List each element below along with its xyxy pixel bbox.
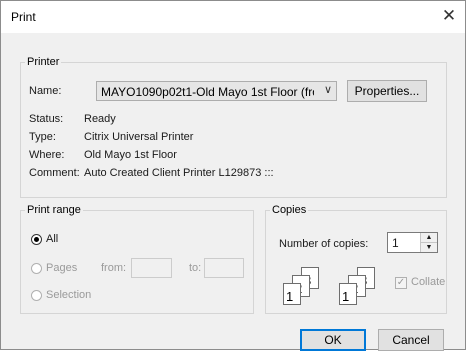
page-sheet-1: 1 <box>283 283 301 305</box>
copies-spinner[interactable]: 1 ▲ ▼ <box>387 232 438 253</box>
to-input[interactable] <box>204 258 244 278</box>
pages-label: Pages <box>46 262 78 274</box>
properties-button[interactable]: Properties... <box>347 80 427 102</box>
number-of-copies-label: Number of copies: <box>279 238 369 250</box>
to-label: to: <box>189 262 202 274</box>
pages-radio[interactable] <box>31 263 42 274</box>
status-label: Status: <box>29 113 64 125</box>
selection-label: Selection <box>46 289 92 301</box>
selection-radio[interactable] <box>31 290 42 301</box>
close-icon[interactable]: ✕ <box>433 1 465 33</box>
copies-group-label: Copies <box>272 204 307 216</box>
page-sheet-1: 1 <box>339 283 357 305</box>
spin-up-icon[interactable]: ▲ <box>421 233 437 242</box>
print-range-label: Print range <box>27 204 81 216</box>
where-value: Old Mayo 1st Floor <box>84 149 177 161</box>
all-label: All <box>46 233 59 245</box>
title-bar: Print ✕ <box>1 1 465 33</box>
collate-label: Collate <box>411 276 446 288</box>
collate-checkbox[interactable]: ✓ <box>395 277 407 289</box>
type-value: Citrix Universal Printer <box>84 131 194 143</box>
spinner-arrows[interactable]: ▲ ▼ <box>420 233 437 252</box>
printer-name-value: MAYO1090p02t1-Old Mayo 1st Floor (from <box>101 85 314 99</box>
printer-name-select[interactable]: MAYO1090p02t1-Old Mayo 1st Floor (from ∨ <box>96 81 337 101</box>
chevron-down-icon: ∨ <box>323 84 332 96</box>
all-radio[interactable] <box>31 234 42 245</box>
type-label: Type: <box>29 131 56 143</box>
comment-label: Comment: <box>29 167 80 179</box>
printer-group-label: Printer <box>27 56 60 68</box>
name-label: Name: <box>29 85 62 97</box>
copies-value: 1 <box>392 236 399 250</box>
collate-pages-icon-2: 3 2 1 <box>339 267 387 307</box>
ok-button[interactable]: OK <box>300 329 366 351</box>
comment-value: Auto Created Client Printer L129873 ::: <box>84 167 274 179</box>
print-dialog: Print ✕ Printer Name: MAYO1090p02t1-Old … <box>0 0 466 351</box>
from-label: from: <box>101 262 127 274</box>
where-label: Where: <box>29 149 65 161</box>
spin-down-icon[interactable]: ▼ <box>421 242 437 252</box>
status-value: Ready <box>84 113 116 125</box>
from-input[interactable] <box>131 258 172 278</box>
window-title: Print <box>11 10 36 24</box>
cancel-button[interactable]: Cancel <box>378 329 444 351</box>
collate-pages-icon-1: 3 2 1 <box>283 267 331 307</box>
